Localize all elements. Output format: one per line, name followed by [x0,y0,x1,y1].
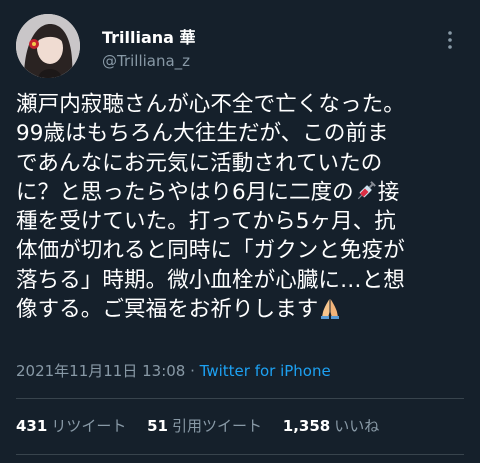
tweet-line: 種を受けていた。打ってから5ヶ月、抗 [16,209,396,235]
more-vertical-icon [448,31,452,49]
likes-count: 1,358 [282,417,331,435]
tweet-stats: 431 リツイート 51 引用ツイート 1,358 いいね [16,416,395,436]
folded-hands-emoji-icon [321,299,340,320]
display-name[interactable]: Trilliana 華 [102,28,196,48]
tweet-source-link[interactable]: Twitter for iPhone [200,362,331,380]
tweet-timestamp[interactable]: 2021年11月11日 13:08 [16,362,185,380]
avatar[interactable] [16,14,80,78]
likes-label: いいね [334,417,380,435]
tweet-text: 瀬戸内寂聴さんが心不全で亡くなった。 99歳はもちろん大往生だが、この前ま であ… [16,90,468,324]
syringe-emoji-icon [357,180,376,200]
tweet-line: 99歳はもちろん大往生だが、この前ま [16,121,389,147]
tweet-card: Trilliana 華 @Trilliana_z 瀬戸内寂聴さんが心不全で亡くな… [0,0,480,463]
tweet-meta: 2021年11月11日 13:08 · Twitter for iPhone [16,361,331,381]
divider [16,398,464,399]
user-handle[interactable]: @Trilliana_z [102,51,196,71]
tweet-line-text: 像する。ご冥福をお祈りします [16,297,319,323]
quotes-label: 引用ツイート [171,417,262,435]
tweet-line: 体価が切れると同時に「ガクンと免疫が [16,238,405,264]
retweets-count: 431 [16,417,48,435]
retweets-label: リツイート [51,417,127,435]
tweet-line-with-emoji: 像する。ご冥福をお祈りします [16,295,468,324]
tweet-line: であんなにお元気に活動されていたの [16,150,383,176]
divider [16,454,464,455]
tweet-line-with-emoji: に？と思ったらやはり6月に二度の 接 [16,178,468,207]
avatar-image [16,14,80,78]
retweets-stat[interactable]: 431 リツイート [16,416,126,436]
more-options-button[interactable] [440,30,460,50]
tweet-line: 落ちる」時期。微小血栓が心臓に…と想 [16,267,405,293]
tweet-line-text: に？と思ったらやはり6月に二度の [16,179,354,205]
likes-stat[interactable]: 1,358 いいね [283,416,379,436]
meta-separator: · [185,362,200,380]
user-names: Trilliana 華 @Trilliana_z [102,28,196,71]
tweet-line: 瀬戸内寂聴さんが心不全で亡くなった。 [16,92,405,117]
quotes-count: 51 [147,417,168,435]
quotes-stat[interactable]: 51 引用ツイート [147,416,262,436]
tweet-line-text: 接 [377,179,400,205]
tweet-header: Trilliana 華 @Trilliana_z [16,14,464,78]
